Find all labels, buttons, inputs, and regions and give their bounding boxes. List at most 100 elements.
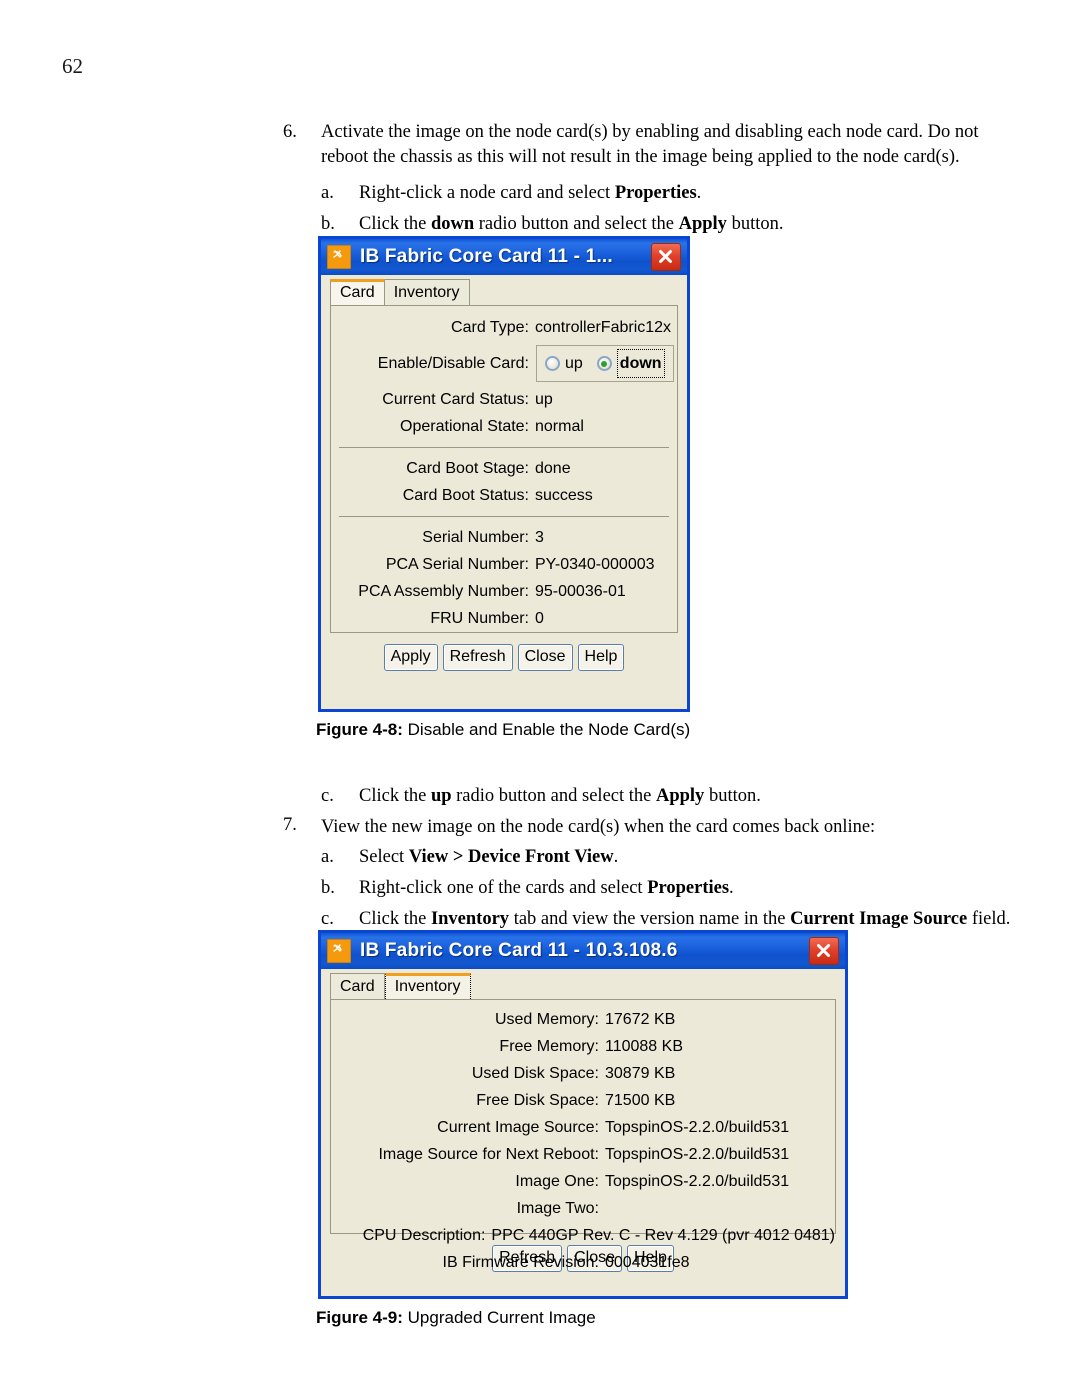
page-number: 62: [62, 54, 83, 78]
list-item-step-6b: b. Click the down radio button and selec…: [283, 210, 1023, 238]
tab-card-label: Card: [340, 284, 375, 301]
figure-4-8-caption: Figure 4-8: Disable and Enable the Node …: [316, 720, 690, 740]
refresh-button[interactable]: Refresh: [442, 644, 513, 671]
radio-up-icon[interactable]: [545, 356, 560, 371]
step-7-marker: 7.: [283, 815, 297, 835]
pca-assembly-number-label: PCA Assembly Number:: [358, 583, 529, 600]
image-one-value: TopspinOS-2.2.0/build531: [605, 1173, 790, 1190]
radio-group-enable-disable[interactable]: up down: [536, 345, 674, 382]
step-7c-pre: Click the: [359, 909, 431, 929]
serial-number-value: 3: [535, 529, 544, 546]
figure-4-9-caption: Figure 4-9: Upgraded Current Image: [316, 1308, 596, 1328]
enable-disable-card-label: Enable/Disable Card:: [377, 355, 529, 372]
table-row-image-source-next-reboot: Image Source for Next Reboot: TopspinOS-…: [331, 1141, 835, 1168]
table-row-used-disk-space: Used Disk Space: 30879 KB: [331, 1060, 835, 1087]
dialog-tab-strip[interactable]: Card Inventory: [321, 275, 687, 305]
step-6b-bold1: down: [430, 214, 475, 234]
current-card-status-value: up: [535, 391, 553, 408]
step-6b-bold2: Apply: [678, 214, 727, 234]
step-6c-mid: radio button and select the: [451, 786, 656, 806]
figure-4-8-text: Disable and Enable the Node Card(s): [407, 720, 691, 739]
app-logo-icon: [327, 245, 351, 269]
step-7b-bold: Properties: [647, 878, 730, 898]
table-row-image-one: Image One: TopspinOS-2.2.0/build531: [331, 1168, 835, 1195]
dialog-title-bar[interactable]: IB Fabric Core Card 11 - 1...: [321, 239, 687, 275]
image-one-label: Image One:: [515, 1173, 599, 1190]
step-6a-post: .: [696, 183, 702, 203]
used-disk-space-value: 30879 KB: [605, 1065, 676, 1082]
used-memory-value: 17672 KB: [605, 1011, 676, 1028]
table-row-card-type: Card Type: controllerFabric12x: [331, 314, 677, 341]
tab-inventory-label: Inventory: [393, 284, 460, 301]
close-button[interactable]: Close: [517, 644, 573, 671]
table-row-enable-disable-card: Enable/Disable Card: up down: [331, 345, 677, 382]
card-type-value: controllerFabric12x: [535, 319, 672, 336]
tab-card[interactable]: Card: [330, 279, 385, 305]
step-7c-post: field.: [967, 909, 1011, 929]
dialog-2-title-bar[interactable]: IB Fabric Core Card 11 - 10.3.108.6: [321, 933, 845, 969]
step-6-text: Activate the image on the node card(s) b…: [321, 120, 1023, 170]
current-card-status-label: Current Card Status:: [382, 391, 529, 408]
dialog-ib-fabric-core-card-properties[interactable]: IB Fabric Core Card 11 - 1... Card Inven…: [318, 236, 690, 712]
list-item-step-7b: b. Right-click one of the cards and sele…: [283, 874, 1023, 902]
radio-down-icon[interactable]: [596, 356, 612, 371]
step-7c-bold2: Current Image Source: [790, 909, 968, 929]
list-item-step-7c: c. Click the Inventory tab and view the …: [283, 905, 1023, 933]
list-item-step-6c: c. Click the up radio button and select …: [283, 782, 1023, 810]
dialog-title: IB Fabric Core Card 11 - 1...: [360, 246, 613, 267]
radio-option-up[interactable]: up: [545, 350, 583, 377]
apply-button[interactable]: Apply: [383, 644, 438, 671]
radio-option-down[interactable]: down: [596, 349, 665, 378]
tab-card[interactable]: Card: [330, 973, 385, 999]
table-row-serial-number: Serial Number: 3: [331, 524, 677, 551]
dialog-2-tab-strip[interactable]: Card Inventory: [321, 969, 845, 999]
table-row-card-boot-status: Card Boot Status: success: [331, 482, 677, 509]
step-6c-post: button.: [704, 786, 761, 806]
step-6b-post: button.: [726, 214, 784, 234]
step-7a-pre: Select: [359, 847, 409, 867]
card-boot-status-label: Card Boot Status:: [402, 487, 529, 504]
ib-firmware-revision-label: IB Firmware Revision:: [442, 1254, 599, 1271]
dialog-ib-fabric-core-card-inventory[interactable]: IB Fabric Core Card 11 - 10.3.108.6 Card…: [318, 930, 848, 1299]
step-6c-marker: c.: [321, 786, 334, 806]
tab-inventory-label: Inventory: [394, 978, 461, 995]
step-7-text: View the new image on the node card(s) w…: [321, 817, 876, 837]
table-row-image-two: Image Two:: [331, 1195, 835, 1222]
image-two-label: Image Two:: [516, 1200, 599, 1217]
card-type-label: Card Type:: [451, 319, 529, 336]
list-item-step-7a: a. Select View > Device Front View.: [283, 843, 1023, 871]
figure-4-9-label: Figure 4-9:: [316, 1308, 403, 1327]
step-7a-mid: >: [448, 847, 469, 867]
table-row-free-memory: Free Memory: 110088 KB: [331, 1033, 835, 1060]
free-memory-value: 110088 KB: [605, 1038, 683, 1055]
app-logo-icon: [327, 939, 351, 963]
step-7b-post: .: [729, 878, 734, 898]
free-disk-space-value: 71500 KB: [605, 1092, 676, 1109]
step-6c-pre: Click the: [359, 786, 431, 806]
tab-inventory[interactable]: Inventory: [384, 973, 471, 999]
close-icon[interactable]: [651, 243, 681, 271]
step-6a-marker: a.: [321, 183, 334, 203]
table-row-free-disk-space: Free Disk Space: 71500 KB: [331, 1087, 835, 1114]
step-6a-bold: Properties: [614, 183, 697, 203]
step-6c-bold1: up: [430, 786, 452, 806]
step-6c-bold2: Apply: [655, 786, 705, 806]
step-7a-bold2: Device Front View: [468, 847, 614, 867]
used-memory-label: Used Memory:: [494, 1011, 599, 1028]
tab-inventory[interactable]: Inventory: [383, 279, 470, 305]
table-row-current-image-source: Current Image Source: TopspinOS-2.2.0/bu…: [331, 1114, 835, 1141]
figure-4-9-text: Upgraded Current Image: [407, 1308, 596, 1327]
step-6a-text: Right-click a node card and select Prope…: [359, 179, 1023, 207]
pca-serial-number-label: PCA Serial Number:: [385, 556, 529, 573]
cpu-description-label: CPU Description:: [362, 1227, 486, 1244]
step-6b-text: Click the down radio button and select t…: [359, 210, 1023, 238]
radio-down-label: down: [616, 349, 665, 378]
ib-firmware-revision-value: 0004031fe8: [605, 1254, 690, 1271]
help-button[interactable]: Help: [577, 644, 625, 671]
enable-disable-card-control[interactable]: up down: [535, 345, 674, 382]
table-row-cpu-description: CPU Description: PPC 440GP Rev. C - Rev …: [331, 1222, 835, 1249]
list-item-step-6: 6. Activate the image on the node card(s…: [283, 120, 1023, 170]
close-icon[interactable]: [809, 937, 839, 965]
step-7c-marker: c.: [321, 909, 334, 929]
free-disk-space-label: Free Disk Space:: [476, 1092, 599, 1109]
